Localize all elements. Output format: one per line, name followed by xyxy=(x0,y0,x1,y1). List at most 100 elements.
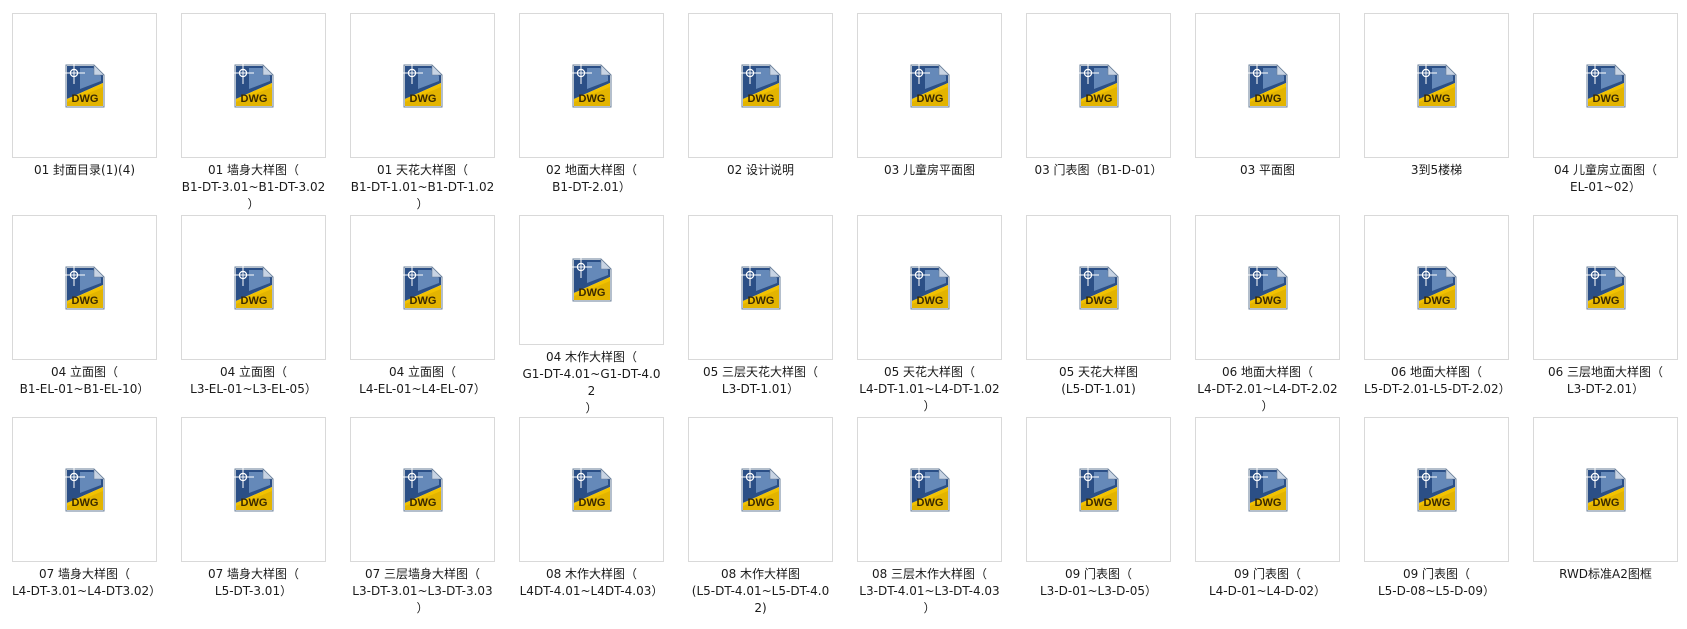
svg-text:DWG: DWG xyxy=(916,93,943,105)
file-thumbnail[interactable]: DWG xyxy=(12,417,157,562)
file-thumbnail[interactable]: DWG xyxy=(350,215,495,360)
dwg-file-icon: DWG xyxy=(62,263,105,309)
svg-text:DWG: DWG xyxy=(240,93,267,105)
file-item[interactable]: DWG 06 三层地面大样图（ L3-DT-2.01） xyxy=(1533,215,1678,417)
file-item[interactable]: DWG 08 木作大样图（ L4DT-4.01~L4DT-4.03） xyxy=(519,417,664,619)
svg-text:DWG: DWG xyxy=(1423,295,1450,307)
file-item[interactable]: DWG 06 地面大样图（ L5-DT-2.01-L5-DT-2.02） xyxy=(1364,215,1511,417)
svg-text:DWG: DWG xyxy=(240,497,267,509)
file-thumbnail[interactable]: DWG xyxy=(1533,417,1678,562)
file-thumbnail[interactable]: DWG xyxy=(857,215,1002,360)
file-name-label: 03 儿童房平面图 xyxy=(883,163,976,177)
svg-text:DWG: DWG xyxy=(747,93,774,105)
dwg-file-icon: DWG xyxy=(1583,465,1626,511)
file-thumbnail[interactable]: DWG xyxy=(857,13,1002,158)
file-item[interactable]: DWG 09 门表图（ L5-D-08~L5-D-09） xyxy=(1364,417,1509,619)
svg-text:DWG: DWG xyxy=(916,295,943,307)
file-item[interactable]: DWG 01 天花大样图（ B1-DT-1.01~B1-DT-1.02 ） xyxy=(350,13,495,215)
file-thumbnail[interactable]: DWG xyxy=(181,215,326,360)
file-item[interactable]: DWG 06 地面大样图（ L4-DT-2.01~L4-DT-2.02 ） xyxy=(1195,215,1340,417)
file-thumbnail[interactable]: DWG xyxy=(857,417,1002,562)
file-name-label: 04 立面图（ L4-EL-01~L4-EL-07） xyxy=(359,365,486,396)
file-item[interactable]: DWG 02 设计说明 xyxy=(688,13,833,215)
dwg-file-icon: DWG xyxy=(231,263,274,309)
svg-text:DWG: DWG xyxy=(409,93,436,105)
file-thumbnail[interactable]: DWG xyxy=(1195,417,1340,562)
file-thumbnail[interactable]: DWG xyxy=(350,417,495,562)
dwg-file-icon: DWG xyxy=(1076,465,1119,511)
file-item[interactable]: DWG 04 立面图（ L4-EL-01~L4-EL-07） xyxy=(350,215,495,417)
svg-text:DWG: DWG xyxy=(71,497,98,509)
file-thumbnail[interactable]: DWG xyxy=(1364,417,1509,562)
file-item[interactable]: DWG 05 三层天花大样图（ L3-DT-1.01） xyxy=(688,215,833,417)
file-name-label: 01 天花大样图（ B1-DT-1.01~B1-DT-1.02 ） xyxy=(350,163,495,211)
file-item[interactable]: DWG 08 木作大样图 (L5-DT-4.01~L5-DT-4.02) xyxy=(688,417,833,619)
dwg-file-icon: DWG xyxy=(231,465,274,511)
file-thumbnail[interactable]: DWG xyxy=(519,417,664,562)
svg-text:DWG: DWG xyxy=(916,497,943,509)
file-item[interactable]: DWG 01 墙身大样图（ B1-DT-3.01~B1-DT-3.02 ） xyxy=(181,13,326,215)
dwg-file-icon: DWG xyxy=(569,256,612,302)
file-name-label: 06 三层地面大样图（ L3-DT-2.01） xyxy=(1547,365,1664,396)
file-thumbnail[interactable]: DWG xyxy=(688,417,833,562)
file-item[interactable]: DWG 03 儿童房平面图 xyxy=(857,13,1002,215)
file-item[interactable]: DWG 09 门表图（ L3-D-01~L3-D-05） xyxy=(1026,417,1171,619)
dwg-file-icon: DWG xyxy=(1583,61,1626,107)
file-thumbnail[interactable]: DWG xyxy=(1533,13,1678,158)
file-item[interactable]: DWG 04 立面图（ B1-EL-01~B1-EL-10） xyxy=(12,215,157,417)
file-item[interactable]: DWG 04 儿童房立面图（ EL-01~02） xyxy=(1533,13,1678,215)
file-thumbnail[interactable]: DWG xyxy=(1026,13,1171,158)
file-item[interactable]: DWG 07 三层墙身大样图（ L3-DT-3.01~L3-DT-3.03 ） xyxy=(350,417,495,619)
file-item[interactable]: DWG 05 天花大样图（ L4-DT-1.01~L4-DT-1.02 ） xyxy=(857,215,1002,417)
file-item[interactable]: DWG 05 天花大样图 (L5-DT-1.01) xyxy=(1026,215,1171,417)
file-thumbnail[interactable]: DWG xyxy=(688,13,833,158)
svg-text:DWG: DWG xyxy=(747,295,774,307)
dwg-file-icon: DWG xyxy=(738,465,781,511)
file-thumbnail[interactable]: DWG xyxy=(12,13,157,158)
dwg-file-icon: DWG xyxy=(1414,263,1457,309)
file-name-label: 04 立面图（ B1-EL-01~B1-EL-10） xyxy=(19,365,150,396)
file-name-label: 09 门表图（ L5-D-08~L5-D-09） xyxy=(1377,567,1496,598)
dwg-file-icon: DWG xyxy=(738,61,781,107)
file-thumbnail[interactable]: DWG xyxy=(519,215,664,345)
svg-text:DWG: DWG xyxy=(1254,295,1281,307)
file-thumbnail[interactable]: DWG xyxy=(519,13,664,158)
svg-text:DWG: DWG xyxy=(578,93,605,105)
file-item[interactable]: DWG 01 封面目录(1)(4) xyxy=(12,13,157,215)
file-name-label: 02 设计说明 xyxy=(726,163,795,177)
file-item[interactable]: DWG RWD标准A2图框 xyxy=(1533,417,1678,619)
dwg-file-icon: DWG xyxy=(1245,465,1288,511)
file-item[interactable]: DWG 04 木作大样图（ G1-DT-4.01~G1-DT-4.02 ） xyxy=(519,215,664,417)
file-thumbnail[interactable]: DWG xyxy=(1364,215,1509,360)
svg-text:DWG: DWG xyxy=(240,295,267,307)
file-thumbnail[interactable]: DWG xyxy=(1026,215,1171,360)
dwg-file-icon: DWG xyxy=(1245,61,1288,107)
file-thumbnail[interactable]: DWG xyxy=(1364,13,1509,158)
svg-text:DWG: DWG xyxy=(1423,497,1450,509)
file-thumbnail[interactable]: DWG xyxy=(1026,417,1171,562)
file-thumbnail[interactable]: DWG xyxy=(1195,215,1340,360)
file-thumbnail[interactable]: DWG xyxy=(1195,13,1340,158)
file-item[interactable]: DWG 3到5楼梯 xyxy=(1364,13,1509,215)
file-item[interactable]: DWG 09 门表图（ L4-D-01~L4-D-02） xyxy=(1195,417,1340,619)
file-thumbnail[interactable]: DWG xyxy=(181,13,326,158)
file-name-label: 08 木作大样图（ L4DT-4.01~L4DT-4.03） xyxy=(519,567,664,598)
file-thumbnail[interactable]: DWG xyxy=(688,215,833,360)
file-item[interactable]: DWG 07 墙身大样图（ L5-DT-3.01） xyxy=(181,417,326,619)
file-name-label: 05 三层天花大样图（ L3-DT-1.01） xyxy=(702,365,819,396)
file-thumbnail[interactable]: DWG xyxy=(12,215,157,360)
file-item[interactable]: DWG 03 平面图 xyxy=(1195,13,1340,215)
file-thumbnail[interactable]: DWG xyxy=(1533,215,1678,360)
file-item[interactable]: DWG 08 三层木作大样图（ L3-DT-4.01~L3-DT-4.03 ） xyxy=(857,417,1002,619)
file-name-label: 04 儿童房立面图（ EL-01~02） xyxy=(1553,163,1658,194)
dwg-file-icon: DWG xyxy=(400,465,443,511)
file-item[interactable]: DWG 03 门表图（B1-D-01） xyxy=(1026,13,1171,215)
file-item[interactable]: DWG 07 墙身大样图（ L4-DT-3.01~L4-DT3.02） xyxy=(12,417,161,619)
svg-text:DWG: DWG xyxy=(1592,93,1619,105)
file-name-label: 01 墙身大样图（ B1-DT-3.01~B1-DT-3.02 ） xyxy=(181,163,326,211)
file-item[interactable]: DWG 02 地面大样图（ B1-DT-2.01） xyxy=(519,13,664,215)
file-item[interactable]: DWG 04 立面图（ L3-EL-01~L3-EL-05） xyxy=(181,215,326,417)
file-thumbnail[interactable]: DWG xyxy=(350,13,495,158)
file-thumbnail[interactable]: DWG xyxy=(181,417,326,562)
svg-text:DWG: DWG xyxy=(1592,497,1619,509)
